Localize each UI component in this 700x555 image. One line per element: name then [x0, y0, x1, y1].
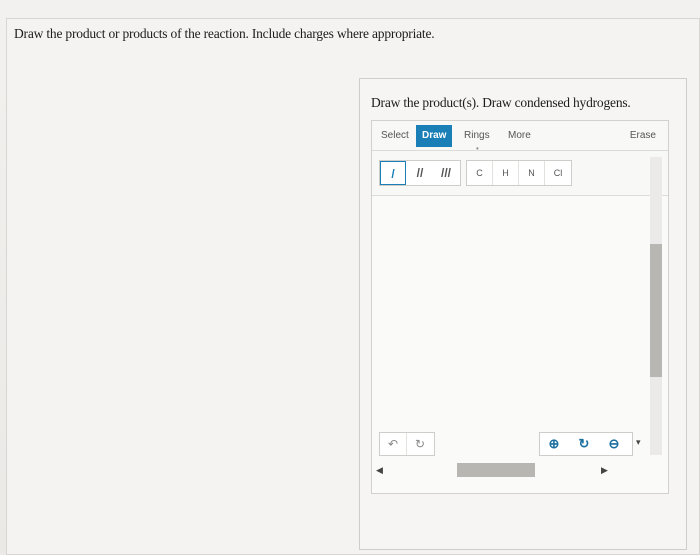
caret-down-icon[interactable]: ▾ — [636, 437, 641, 448]
zoom-group: ⊕ ↻ ⊖ — [539, 432, 633, 456]
horizontal-scroll-thumb[interactable] — [457, 463, 535, 477]
atom-h-button[interactable]: H — [493, 161, 519, 185]
single-bond-button[interactable]: / — [380, 161, 406, 185]
atom-tool-group: C H N Cl — [466, 160, 572, 186]
atom-cl-button[interactable]: Cl — [545, 161, 571, 185]
zoom-in-icon[interactable]: ⊕ — [540, 433, 568, 455]
question-text: Draw the product or products of the reac… — [14, 26, 435, 41]
page: Draw the product or products of the reac… — [0, 0, 700, 555]
zoom-reset-icon[interactable]: ↻ — [570, 433, 598, 455]
erase-button[interactable]: Erase — [624, 125, 662, 147]
double-bond-button[interactable]: // — [407, 161, 433, 185]
tool-row: / // /// C H N Cl — [372, 151, 668, 196]
arrow-right-icon[interactable]: ▶ — [601, 465, 608, 476]
arrow-left-icon[interactable]: ◀ — [376, 465, 383, 476]
redo-icon[interactable]: ↻ — [407, 433, 433, 455]
tab-select[interactable]: Select — [375, 125, 415, 147]
history-group: ↶ ↻ — [379, 432, 435, 456]
panel-title: Draw the product(s). Draw condensed hydr… — [371, 95, 631, 110]
structure-editor: Select Draw Rings • More Erase / // /// … — [371, 120, 669, 494]
atom-c-button[interactable]: C — [467, 161, 493, 185]
tab-draw[interactable]: Draw — [416, 125, 453, 147]
atom-n-button[interactable]: N — [519, 161, 545, 185]
bond-tool-group: / // /// — [379, 160, 461, 186]
tab-more[interactable]: More — [502, 125, 537, 147]
triple-bond-button[interactable]: /// — [433, 161, 459, 185]
zoom-out-icon[interactable]: ⊖ — [600, 433, 628, 455]
vertical-scroll-thumb[interactable] — [650, 244, 662, 377]
undo-icon[interactable]: ↶ — [380, 433, 407, 455]
